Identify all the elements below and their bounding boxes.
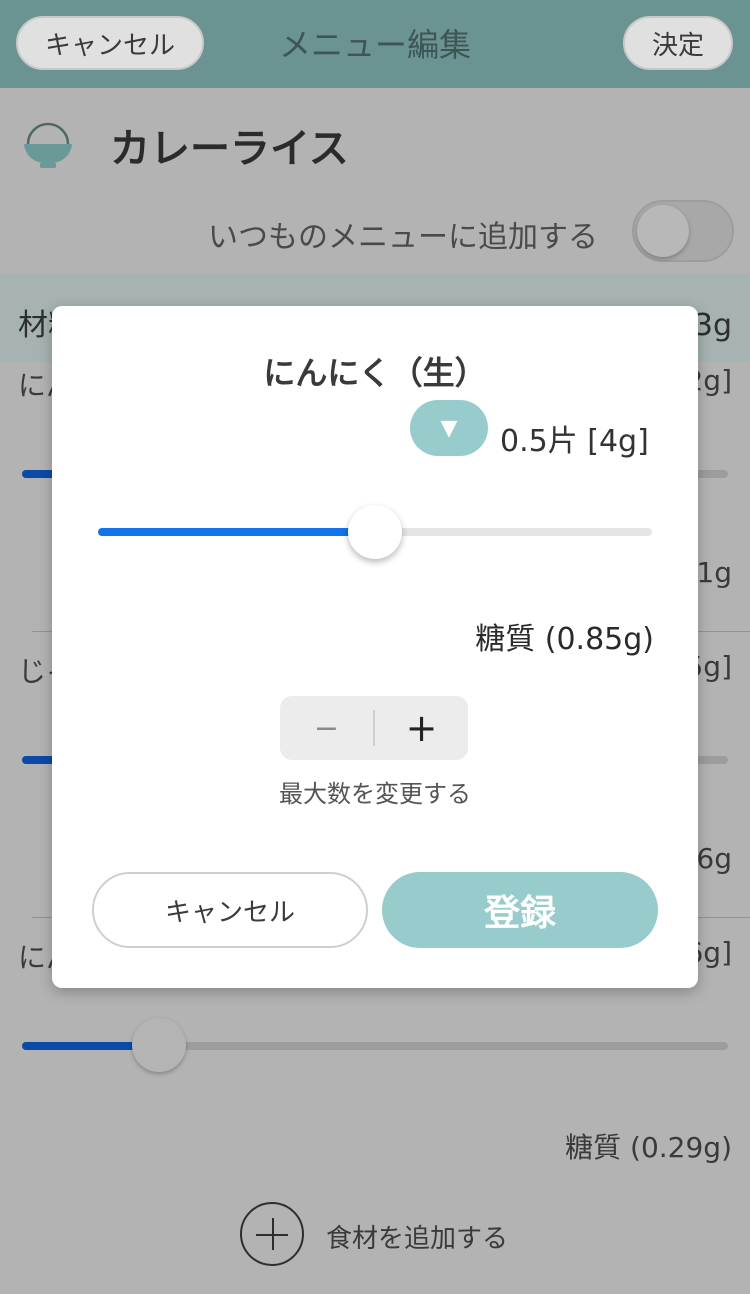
rice-bowl-icon	[24, 122, 72, 168]
triangle-down-icon: ▼	[440, 415, 458, 441]
navigation-bar: キャンセル メニュー編集 決定	[0, 0, 750, 88]
favorite-toggle[interactable]	[632, 200, 734, 262]
slider-fill	[98, 528, 375, 536]
sugar-value: 糖質 (0.85g)	[475, 622, 654, 657]
toggle-knob	[637, 205, 689, 257]
dialog-cancel-button[interactable]: キャンセル	[92, 872, 368, 948]
unit-dropdown-button[interactable]: ▼	[410, 400, 488, 456]
increment-button[interactable]: +	[375, 696, 468, 760]
amount-slider[interactable]	[98, 505, 652, 559]
favorite-label: いつものメニューに追加する	[208, 220, 598, 255]
menu-name: カレーライス	[110, 126, 349, 172]
ingredient-edit-dialog: にんにく（生） ▼ 0.5片 [4g] 糖質 (0.85g) − + 最大数を変…	[52, 306, 698, 988]
add-ingredient-icon[interactable]	[240, 1202, 304, 1266]
stepper-caption: 最大数を変更する	[279, 780, 471, 808]
dialog-title: にんにく（生）	[263, 354, 487, 392]
confirm-button[interactable]: 決定	[623, 16, 733, 70]
decrement-button[interactable]: −	[280, 696, 373, 760]
amount-value: 0.5片 [4g]	[500, 424, 649, 459]
ingredient-sugar: 糖質 (0.29g)	[565, 1131, 732, 1164]
max-count-stepper: − +	[280, 696, 468, 760]
add-ingredient-label[interactable]: 食材を追加する	[326, 1218, 508, 1255]
register-button[interactable]: 登録	[382, 872, 658, 948]
ingredient-slider[interactable]	[22, 1042, 728, 1050]
slider-knob[interactable]	[348, 505, 402, 559]
slider-knob[interactable]	[132, 1018, 186, 1072]
